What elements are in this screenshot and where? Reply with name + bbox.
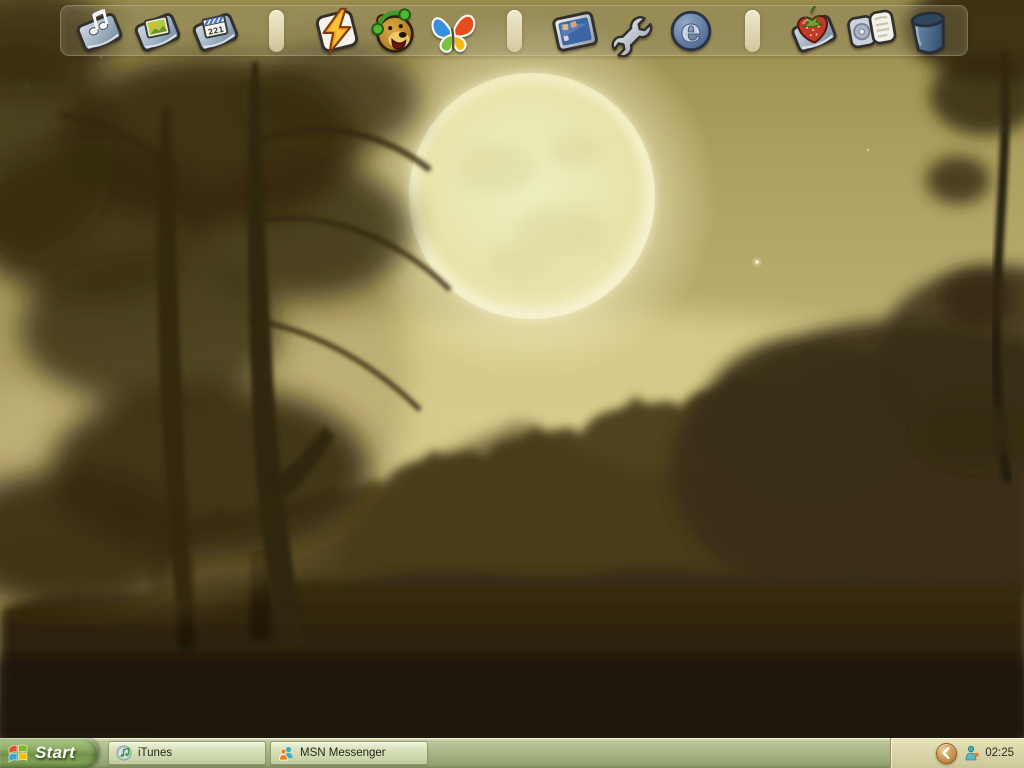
internet-explorer-icon[interactable]: e xyxy=(662,6,720,56)
disks-icon[interactable] xyxy=(842,6,900,56)
svg-text:e: e xyxy=(681,10,702,49)
dock-divider xyxy=(745,10,760,52)
dock-group-media-apps xyxy=(308,6,482,56)
blue-cup-icon[interactable] xyxy=(900,6,958,56)
wrench-tools-icon[interactable] xyxy=(604,6,662,56)
winamp-icon[interactable] xyxy=(308,6,366,56)
chevron-left-icon xyxy=(937,743,956,763)
msn-butterfly-icon[interactable] xyxy=(424,6,482,56)
itunes-icon xyxy=(116,745,132,761)
system-tray: 02:25 xyxy=(890,738,1024,768)
wallpaper xyxy=(0,0,1024,741)
windows-logo-icon xyxy=(7,742,29,764)
dock-divider xyxy=(507,10,522,52)
taskbar-button-label: iTunes xyxy=(138,747,172,759)
videos-folder-icon[interactable]: 221 xyxy=(186,6,244,56)
start-button[interactable]: Start xyxy=(0,738,98,768)
tray-clock[interactable]: 02:25 xyxy=(985,747,1014,759)
dock: 221 xyxy=(60,5,968,56)
dock-group-folders: 221 xyxy=(70,6,244,56)
dock-group-misc xyxy=(784,6,958,56)
dock-group-system: e xyxy=(546,6,720,56)
tray-collapse-button[interactable] xyxy=(936,743,957,764)
task-buttons: iTunes MSN Messenger xyxy=(108,741,428,765)
bearshare-icon[interactable] xyxy=(366,6,424,56)
taskbar-button-label: MSN Messenger xyxy=(300,747,386,759)
taskbar-button-itunes[interactable]: iTunes xyxy=(108,741,266,765)
music-folder-icon[interactable] xyxy=(70,6,128,56)
pictures-folder-icon[interactable] xyxy=(128,6,186,56)
strawberry-folder-icon[interactable] xyxy=(784,6,842,56)
taskbar: Start iTunes xyxy=(0,738,1024,768)
msn-messenger-icon xyxy=(278,745,294,761)
msn-messenger-tray-icon[interactable] xyxy=(962,744,980,762)
desktop: 221 xyxy=(0,0,1024,768)
dock-divider xyxy=(269,10,284,52)
start-label: Start xyxy=(35,743,75,763)
taskbar-button-msn-messenger[interactable]: MSN Messenger xyxy=(270,741,428,765)
display-properties-icon[interactable] xyxy=(546,6,604,56)
